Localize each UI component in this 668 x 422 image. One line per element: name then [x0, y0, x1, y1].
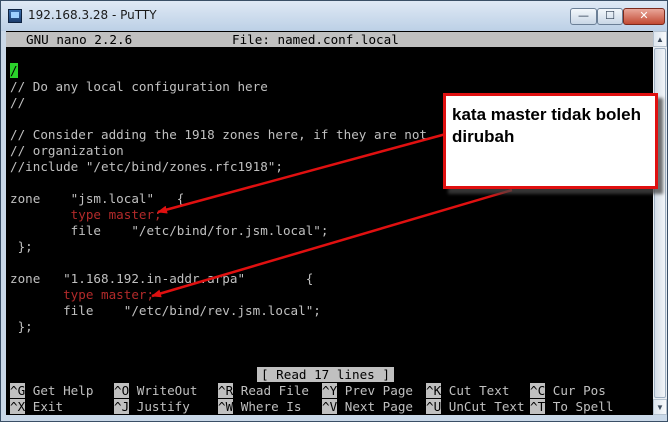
- shortcut-to-spell: ^T To Spell: [530, 399, 614, 414]
- scroll-up-arrow-icon[interactable]: ▲: [653, 31, 667, 47]
- file-line-1: /: [10, 63, 18, 79]
- shortcut-read-file: ^R Read File: [218, 383, 310, 398]
- window-title: 192.168.3.28 - PuTTY: [28, 8, 157, 22]
- shortcut-justify: ^J Justify: [114, 399, 190, 414]
- file-line-16: file "/etc/bind/rev.jsm.local";: [10, 303, 321, 318]
- shortcut-next-page: ^V Next Page: [322, 399, 414, 414]
- nano-header-bar: GNU nano 2.2.6 File: named.conf.local: [6, 32, 653, 47]
- file-line-2: // Do any local configuration here: [10, 79, 268, 94]
- shortcut-bar-row-1: ^G Get Help ^O WriteOut ^R Read File ^Y Pre…: [10, 383, 606, 399]
- file-line-12: };: [10, 239, 33, 254]
- shortcut-exit: ^X Exit: [10, 399, 64, 414]
- file-line-5: // Consider adding the 1918 zones here, …: [10, 127, 428, 142]
- file-line-9: zone "jsm.local" {: [10, 191, 185, 206]
- shortcut-bar-row-2: ^X Exit ^J Justify ^W Where Is ^V Next Page…: [10, 399, 613, 415]
- shortcut-get-help: ^G Get Help: [10, 383, 94, 398]
- shortcut-where-is: ^W Where Is: [218, 399, 302, 414]
- file-line-3: //: [10, 95, 26, 110]
- file-line-7: //include "/etc/bind/zones.rfc1918";: [10, 159, 283, 174]
- text-cursor: /: [10, 63, 18, 78]
- annotation-callout: kata master tidak boleh dirubah: [443, 93, 658, 189]
- terminal-area[interactable]: GNU nano 2.2.6 File: named.conf.local / /…: [6, 31, 653, 415]
- shortcut-cut-text: ^K Cut Text: [426, 383, 510, 398]
- putty-app-icon[interactable]: [8, 9, 22, 23]
- title-bar[interactable]: 192.168.3.28 - PuTTY — ☐ ✕: [1, 1, 667, 31]
- file-line-14: zone "1.168.192.in-addr.arpa" {: [10, 271, 314, 286]
- shortcut-prev-page: ^Y Prev Page: [322, 383, 414, 398]
- vertical-scrollbar[interactable]: ▲ ▼: [653, 31, 667, 415]
- putty-window: 192.168.3.28 - PuTTY — ☐ ✕ GNU nano 2.2.…: [0, 0, 668, 422]
- file-line-15-type-master: type master;: [10, 287, 155, 302]
- nano-version: GNU nano 2.2.6: [26, 32, 133, 47]
- file-line-11: file "/etc/bind/for.jsm.local";: [10, 223, 329, 238]
- shortcut-writeout: ^O WriteOut: [114, 383, 198, 398]
- file-line-17: };: [10, 319, 33, 334]
- shortcut-cur-pos: ^C Cur Pos: [530, 383, 606, 398]
- file-line-6: // organization: [10, 143, 124, 158]
- file-line-10-type-master: type master;: [10, 207, 162, 222]
- scroll-down-arrow-icon[interactable]: ▼: [653, 399, 667, 415]
- maximize-button[interactable]: ☐: [597, 8, 623, 25]
- nano-filename: File: named.conf.local: [232, 32, 399, 47]
- close-button[interactable]: ✕: [623, 8, 665, 25]
- shortcut-uncut-text: ^U UnCut Text: [426, 399, 525, 414]
- status-message: [ Read 17 lines ]: [257, 367, 394, 382]
- minimize-button[interactable]: —: [570, 8, 597, 25]
